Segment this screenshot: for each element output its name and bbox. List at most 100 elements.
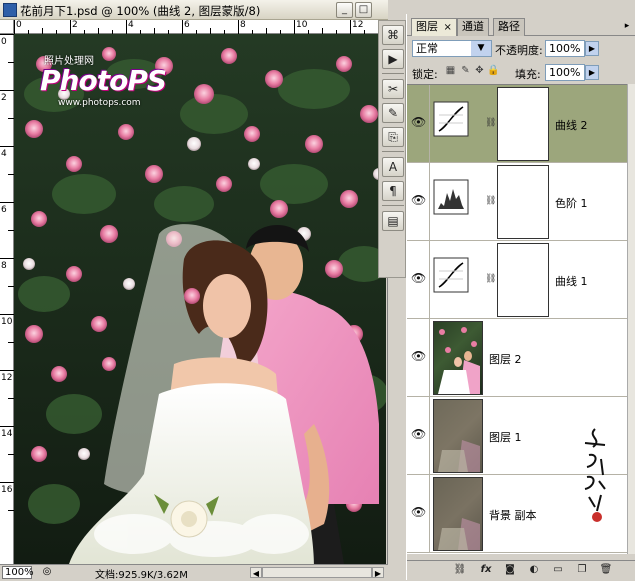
vertical-ruler[interactable]: 0 2 4 6 8 10 12 14 16 [0, 34, 14, 564]
horizontal-ruler[interactable]: 0 2 4 6 8 10 12 [14, 20, 386, 34]
layer-thumbnail[interactable] [433, 477, 483, 551]
chevron-down-icon[interactable]: ▼ [471, 41, 491, 56]
visibility-eye-icon[interactable]: 👁 [411, 427, 426, 441]
watermark-url: www.photops.com [58, 98, 141, 108]
layer-row-divider [429, 475, 430, 553]
visibility-eye-icon[interactable]: 👁 [411, 349, 426, 363]
layer-thumbnail[interactable] [433, 399, 483, 473]
delete-layer-icon[interactable]: 🗑 [599, 564, 613, 577]
tab-channels[interactable]: 通道 [457, 18, 489, 36]
ruler-left-label: 4 [1, 149, 7, 159]
fill-input[interactable]: 100% [545, 64, 585, 81]
ruler-left-label: 14 [1, 429, 13, 439]
document-title-bar[interactable]: 花前月下1.psd @ 100% (曲线 2, 图层蒙版/8) _ □ [0, 0, 388, 20]
layer-mask-thumbnail[interactable] [497, 87, 549, 161]
new-group-icon[interactable]: ▭ [551, 564, 565, 577]
tab-layers-label: 图层 [416, 20, 438, 33]
opacity-input[interactable]: 100% [545, 40, 585, 57]
visibility-eye-icon[interactable]: 👁 [411, 115, 426, 129]
paragraph-panel-icon[interactable]: ¶ [382, 181, 404, 201]
link-chain-icon[interactable]: ⛓ [485, 195, 496, 207]
visibility-eye-icon[interactable]: 👁 [411, 193, 426, 207]
ruler-left-label: 6 [1, 205, 7, 215]
add-mask-icon[interactable]: ◙ [503, 564, 517, 577]
lock-image-icon[interactable]: ✎ [459, 65, 472, 78]
layer-row[interactable]: 👁 ⛓ 色阶 1 [407, 163, 627, 241]
character-panel-icon[interactable]: A [382, 157, 404, 177]
ruler-left-label: 16 [1, 485, 13, 495]
layer-style-fx-icon[interactable]: fx [479, 564, 493, 577]
ruler-top-label: 12 [352, 20, 364, 30]
layer-thumbnail[interactable] [433, 321, 483, 395]
document-canvas[interactable]: 照片处理网 PhotoPS www.photops.com [14, 34, 386, 564]
minimize-button[interactable]: _ [336, 2, 353, 18]
lock-transparency-icon[interactable]: ▦ [444, 65, 457, 78]
layer-row[interactable]: 👁 图层 2 [407, 319, 627, 397]
photo-thumbnail-preview [438, 518, 480, 550]
panel-menu-icon[interactable]: ▸ [621, 20, 633, 32]
ruler-top-label: 6 [184, 20, 190, 30]
actions-play-icon[interactable]: ▶ [382, 49, 404, 69]
layer-row[interactable]: 👁 ⛓ 曲线 2 [407, 85, 627, 163]
new-layer-icon[interactable]: ❐ [575, 564, 589, 577]
link-chain-icon[interactable]: ⛓ [485, 273, 496, 285]
ruler-left-label: 10 [1, 317, 13, 327]
layer-row-divider [429, 319, 430, 397]
horizontal-scrollbar[interactable] [262, 567, 372, 578]
toolstrip-divider [382, 151, 404, 152]
fill-slider-arrow-icon[interactable]: ▶ [585, 65, 599, 80]
tab-close-icon[interactable]: × [444, 22, 452, 33]
brushes-icon[interactable]: ✎ [382, 103, 404, 123]
zoom-input[interactable]: 100% [2, 566, 34, 579]
tab-channels-label: 通道 [462, 20, 484, 33]
new-adjustment-layer-icon[interactable]: ◐ [527, 564, 541, 577]
scroll-right-arrow[interactable]: ▶ [372, 567, 384, 578]
layer-row[interactable]: 👁 ⛓ 曲线 1 [407, 241, 627, 319]
layer-name: 曲线 1 [555, 275, 588, 288]
layer-comps-icon[interactable]: ▤ [382, 211, 404, 231]
toolstrip-divider [382, 205, 404, 206]
ruler-origin[interactable] [0, 20, 14, 34]
lock-position-icon[interactable]: ✥ [473, 65, 486, 78]
levels-adjustment-icon [433, 179, 469, 215]
visibility-eye-icon[interactable]: 👁 [411, 271, 426, 285]
tool-presets-icon[interactable]: ✂ [382, 79, 404, 99]
panel-dock-toolstrip: ⌘ ▶ ✂ ✎ ⎘ A ¶ ▤ [378, 20, 406, 278]
layer-mask-thumbnail[interactable] [497, 243, 549, 317]
panel-tabs: 图层 × 通道 路径 ▸ [407, 16, 635, 36]
ruler-top-label: 0 [16, 20, 22, 30]
wedding-photo [14, 34, 386, 564]
status-menu-icon[interactable]: ◎ [40, 566, 54, 579]
ruler-left-label: 0 [1, 37, 7, 47]
layer-row-divider [429, 163, 430, 241]
link-chain-icon[interactable]: ⛓ [485, 117, 496, 129]
history-brush-icon[interactable]: ⌘ [382, 25, 404, 45]
tab-layers[interactable]: 图层 × [411, 18, 457, 36]
layer-row[interactable]: 👁 背景 副本 [407, 428, 627, 553]
layer-name: 图层 2 [489, 353, 522, 366]
photo-thumbnail-preview [438, 440, 480, 472]
visibility-eye-icon[interactable]: 👁 [411, 505, 426, 519]
layer-name: 曲线 2 [555, 119, 588, 132]
clone-source-icon[interactable]: ⎘ [382, 127, 404, 147]
ruler-left-label: 12 [1, 373, 13, 383]
lock-all-icon[interactable]: 🔒 [487, 65, 500, 78]
link-layers-icon[interactable]: ⛓ [453, 564, 467, 577]
ruler-left-label: 2 [1, 93, 7, 103]
maximize-button[interactable]: □ [355, 2, 372, 18]
ruler-top-label: 10 [296, 20, 308, 30]
lock-label: 锁定: [412, 68, 438, 81]
document-size-info: 文档:925.9K/3.62M [95, 570, 188, 581]
calligraphy-signature [584, 428, 606, 522]
layer-name: 色阶 1 [555, 197, 588, 210]
tab-paths-label: 路径 [498, 20, 520, 33]
layer-row-divider [429, 85, 430, 163]
layers-panel: 图层 × 通道 路径 ▸ 正常 ▼ 不透明度: 100% ▶ 锁定: ▦ ✎ ✥… [406, 14, 635, 580]
layer-row-divider [429, 397, 430, 475]
tab-paths[interactable]: 路径 [493, 18, 525, 36]
scroll-left-arrow[interactable]: ◀ [250, 567, 262, 578]
layers-scrollbar[interactable] [627, 84, 635, 554]
layer-mask-thumbnail[interactable] [497, 165, 549, 239]
fill-label: 填充: [515, 68, 541, 81]
opacity-slider-arrow-icon[interactable]: ▶ [585, 41, 599, 56]
